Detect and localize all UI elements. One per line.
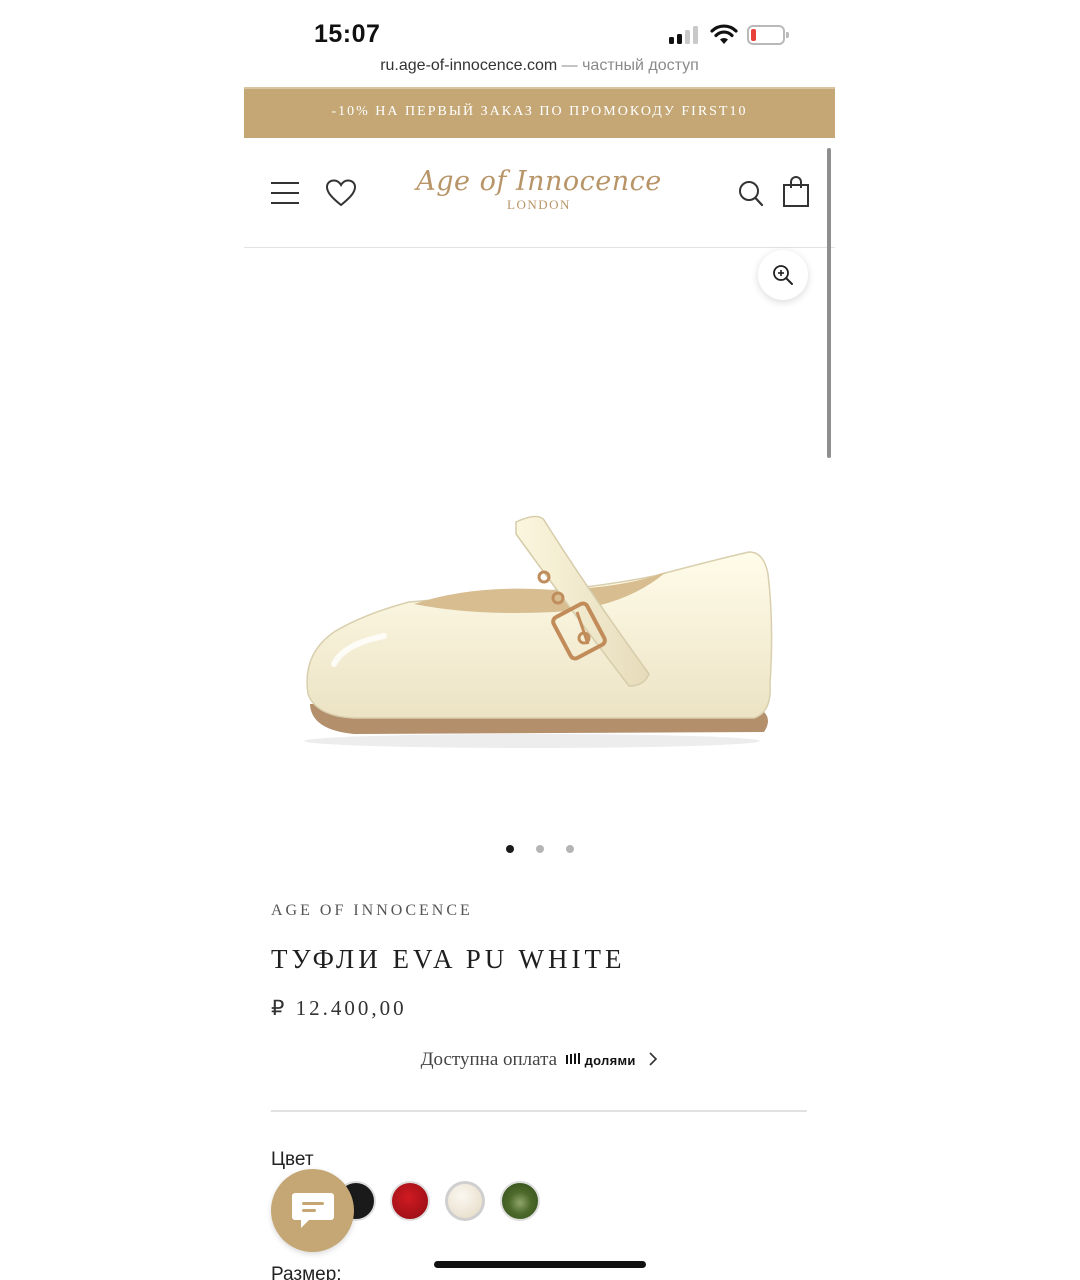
status-time: 15:07 [314, 20, 381, 48]
color-swatch-red[interactable] [390, 1181, 430, 1221]
logo-subtitle: LONDON [507, 197, 571, 212]
product-brand[interactable]: AGE OF INNOCENCE [271, 902, 473, 920]
scrollbar[interactable] [827, 148, 831, 458]
product-price: ₽ 12.400,00 [271, 996, 407, 1020]
url-note: — частный доступ [561, 57, 699, 74]
site-header: Age of Innocence LONDON [244, 138, 835, 248]
url-text: ru.age-of-innocence.com [380, 57, 558, 74]
installment-text: Доступна оплата [420, 1049, 558, 1070]
color-label: Цвет [271, 1149, 314, 1170]
product-gallery[interactable] [244, 249, 827, 869]
promo-text: -10% НА ПЕРВЫЙ ЗАКАЗ ПО ПРОМОКОДУ FIRST1… [331, 104, 748, 119]
search-icon[interactable] [738, 180, 764, 208]
wifi-icon [710, 24, 738, 44]
battery-icon [747, 25, 789, 45]
divider [271, 1110, 807, 1112]
phone-screen: 15:07 ru.age-of-innocence.com — частный … [244, 0, 835, 1280]
zoom-in-icon [773, 265, 793, 285]
size-label: Размер: [271, 1264, 342, 1280]
home-indicator[interactable] [434, 1261, 646, 1268]
dolyami-logo-icon [565, 1053, 580, 1064]
color-swatch-green[interactable] [500, 1181, 540, 1221]
product-image-shoe [304, 515, 773, 748]
logo-script: Age of Innocence [416, 166, 662, 197]
menu-icon[interactable] [271, 182, 301, 206]
color-swatch-ivory[interactable] [445, 1181, 485, 1221]
gallery-dot[interactable] [565, 845, 574, 853]
url-bar[interactable]: ru.age-of-innocence.com — частный доступ [244, 57, 835, 75]
gallery-dot[interactable] [535, 845, 544, 853]
gallery-dot[interactable] [505, 845, 514, 853]
promo-banner[interactable]: -10% НА ПЕРВЫЙ ЗАКАЗ ПО ПРОМОКОДУ FIRST1… [244, 87, 835, 138]
chat-icon [292, 1193, 334, 1228]
zoom-button[interactable] [758, 250, 808, 300]
gallery-pagination [244, 845, 835, 853]
installment-link[interactable]: Доступна оплата долями [244, 1049, 835, 1071]
cellular-signal-icon [669, 26, 699, 44]
chevron-right-icon [649, 1052, 658, 1066]
heart-icon[interactable] [325, 178, 357, 208]
logo[interactable]: Age of Innocence LONDON [414, 166, 664, 213]
bag-icon[interactable] [782, 176, 810, 208]
product-title: ТУФЛИ EVA PU WHITE [271, 944, 626, 974]
chat-button[interactable] [271, 1169, 354, 1252]
installment-provider: долями [584, 1053, 636, 1068]
